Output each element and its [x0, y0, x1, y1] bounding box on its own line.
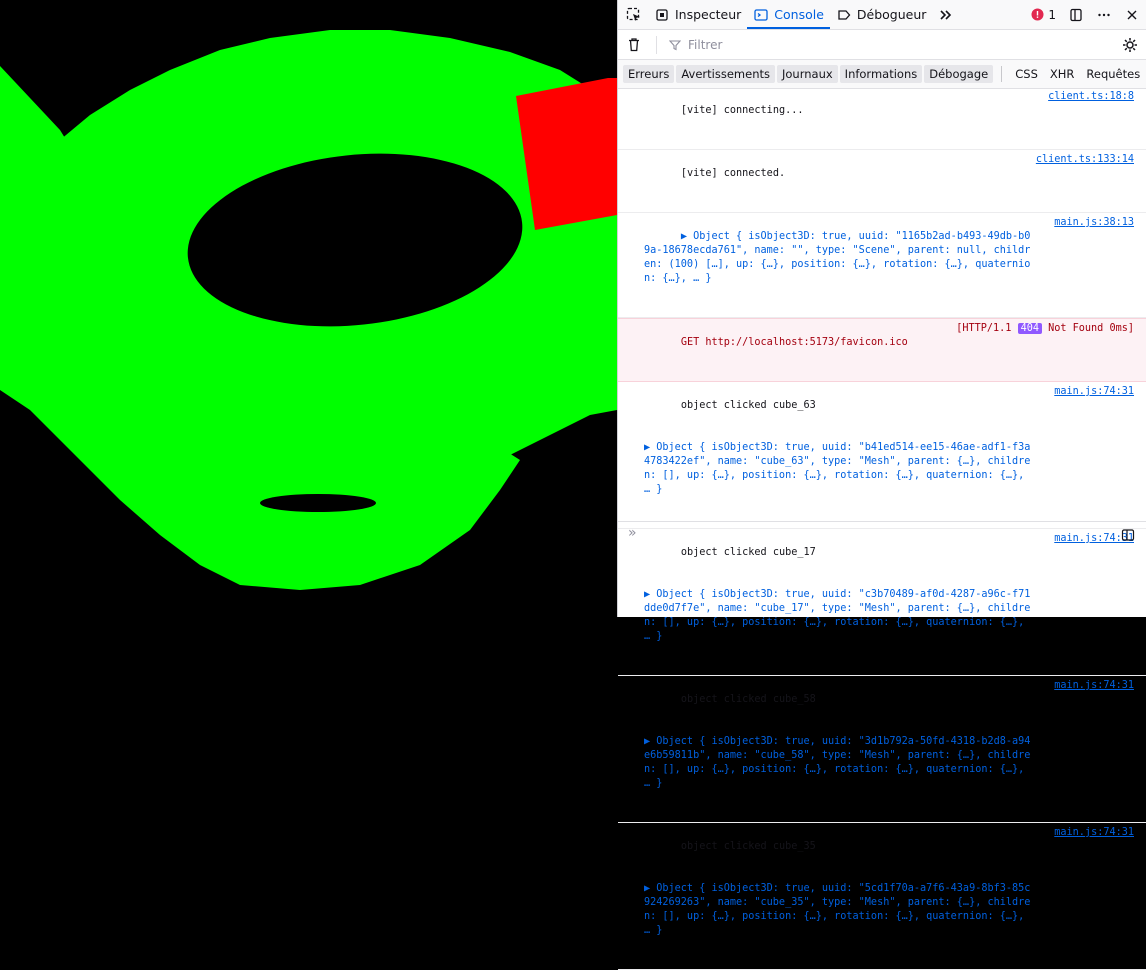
console-message: [vite] connected. client.ts:133:14 — [618, 150, 1146, 213]
picker-icon — [626, 7, 642, 23]
error-icon — [1029, 7, 1045, 23]
tab-debugger-label: Débogueur — [856, 7, 927, 22]
tab-debugger[interactable]: Débogueur — [830, 0, 933, 29]
console-filter-bar: Filtrer — [618, 30, 1146, 60]
message-text: object clicked cube_63 — [680, 400, 816, 411]
trash-icon[interactable] — [626, 37, 642, 53]
filter-logs[interactable]: Journaux — [777, 65, 838, 83]
console-error-message[interactable]: GET http://localhost:5173/favicon.ico [H… — [618, 318, 1146, 382]
tab-console-label: Console — [774, 7, 824, 22]
close-icon[interactable] — [1124, 7, 1140, 23]
debugger-icon — [836, 7, 852, 23]
inspector-icon — [654, 7, 670, 23]
message-text: object clicked cube_35 — [680, 841, 816, 852]
message-source-link[interactable]: main.js:74:31 — [1054, 679, 1134, 693]
http-status: [HTTP/1.1 404 Not Found 0ms] — [956, 323, 1134, 334]
message-text: object clicked cube_17 — [680, 547, 816, 558]
more-tools-button[interactable] — [932, 0, 960, 29]
message-source-link[interactable]: main.js:74:31 — [1054, 385, 1134, 399]
torus-gap — [260, 494, 376, 512]
tab-inspector-label: Inspecteur — [675, 7, 742, 22]
divider — [1001, 66, 1003, 82]
webgl-canvas[interactable] — [0, 0, 617, 617]
funnel-icon — [667, 37, 683, 53]
filter-input[interactable]: Filtrer — [656, 35, 723, 54]
chevron-double-right-icon — [938, 7, 954, 23]
log-level-filters: Erreurs Avertissements Journaux Informat… — [618, 60, 1146, 89]
tab-console[interactable]: Console — [747, 0, 830, 29]
filter-errors[interactable]: Erreurs — [623, 65, 675, 83]
message-source-link[interactable]: main.js:38:13 — [1054, 216, 1134, 230]
element-picker-button[interactable] — [618, 0, 648, 29]
dock-toggle-icon[interactable] — [1068, 7, 1084, 23]
message-source-link[interactable]: client.ts:133:14 — [1036, 153, 1134, 167]
message-text: GET http://localhost:5173/favicon.ico — [680, 337, 908, 348]
console-message: object clicked cube_17 main.js:74:31 ▶ O… — [618, 529, 1146, 676]
console-icon — [753, 7, 769, 23]
console-message[interactable]: ▶ Object { isObject3D: true, uuid: "1165… — [618, 213, 1146, 318]
error-count: 1 — [1048, 7, 1056, 22]
tab-inspector[interactable]: Inspecteur — [648, 0, 747, 29]
gear-icon[interactable] — [1122, 37, 1138, 53]
message-text: [vite] connected. — [680, 168, 786, 179]
console-message: object clicked cube_58 main.js:74:31 ▶ O… — [618, 676, 1146, 823]
split-editor-icon[interactable] — [1120, 527, 1136, 543]
error-count-badge[interactable]: 1 — [1029, 7, 1056, 23]
filter-xhr[interactable]: XHR — [1045, 65, 1080, 83]
devtools-toolbar: Inspecteur Console Débogueur 1 — [618, 0, 1146, 30]
message-object[interactable]: ▶ Object { isObject3D: true, uuid: "c3b7… — [644, 588, 1034, 644]
message-text: object clicked cube_58 — [680, 694, 816, 705]
filter-warnings[interactable]: Avertissements — [676, 65, 775, 83]
prompt-chevron-icon: » — [628, 525, 637, 541]
message-object[interactable]: ▶ Object { isObject3D: true, uuid: "1165… — [644, 231, 1030, 284]
filter-placeholder: Filtrer — [688, 37, 723, 52]
console-input[interactable]: » — [618, 521, 1146, 548]
console-message: [vite] connecting... client.ts:18:8 — [618, 87, 1146, 150]
filter-debug[interactable]: Débogage — [924, 65, 994, 83]
console-message: object clicked cube_35 main.js:74:31 ▶ O… — [618, 823, 1146, 970]
filter-requests[interactable]: Requêtes — [1081, 65, 1145, 83]
filter-info[interactable]: Informations — [839, 65, 923, 83]
message-object[interactable]: ▶ Object { isObject3D: true, uuid: "b41e… — [644, 441, 1034, 497]
console-message: object clicked cube_63 main.js:74:31 ▶ O… — [618, 382, 1146, 529]
menu-dots-icon[interactable] — [1096, 7, 1112, 23]
status-code-badge: 404 — [1017, 323, 1042, 334]
message-object[interactable]: ▶ Object { isObject3D: true, uuid: "3d1b… — [644, 735, 1034, 791]
message-source-link[interactable]: main.js:74:31 — [1054, 826, 1134, 840]
message-object[interactable]: ▶ Object { isObject3D: true, uuid: "5cd1… — [644, 882, 1034, 938]
filter-css[interactable]: CSS — [1010, 65, 1043, 83]
devtools-panel: Inspecteur Console Débogueur 1 Filtrer E… — [617, 0, 1146, 970]
message-source-link[interactable]: client.ts:18:8 — [1048, 90, 1134, 104]
message-text: [vite] connecting... — [680, 105, 804, 116]
